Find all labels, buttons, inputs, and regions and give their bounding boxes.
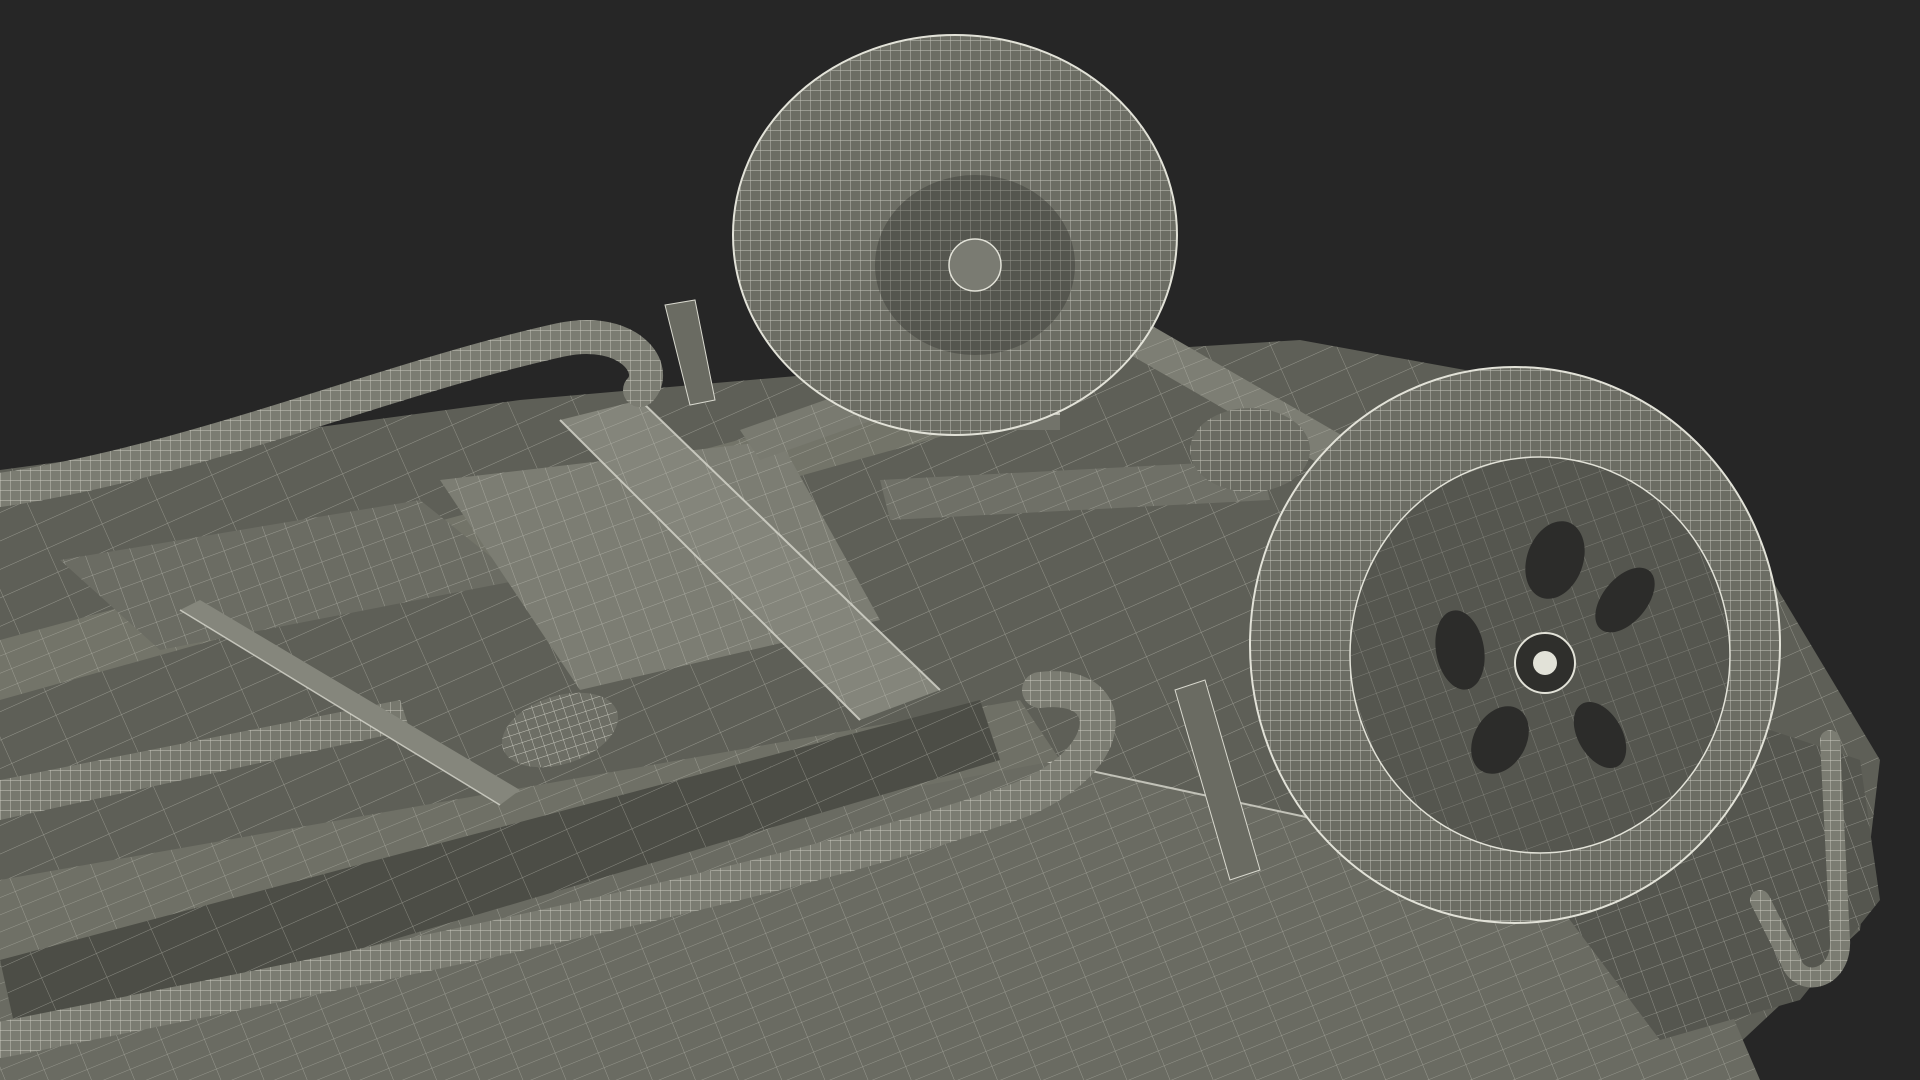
rear-tire bbox=[732, 34, 1178, 436]
wireframe-render-viewport bbox=[0, 34, 1880, 1080]
front-tire bbox=[1249, 366, 1781, 924]
